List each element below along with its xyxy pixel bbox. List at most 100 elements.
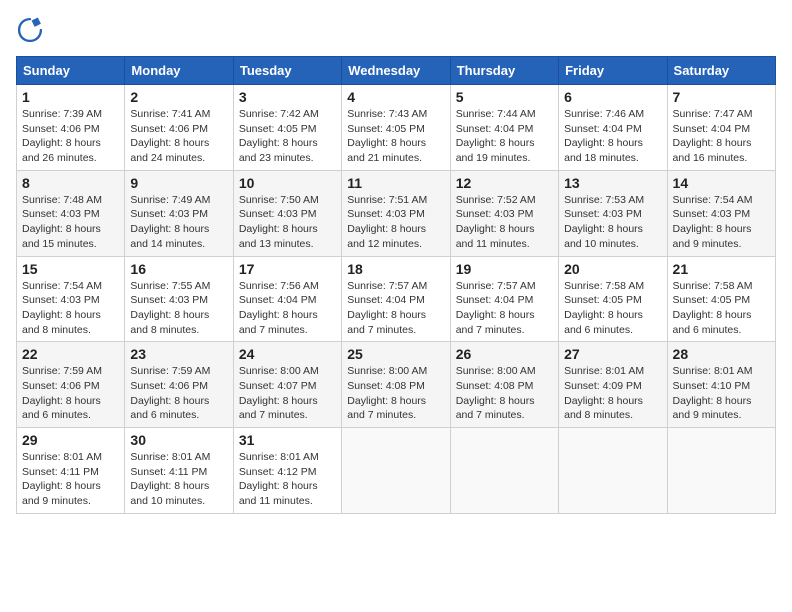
calendar-day-cell: 12 Sunrise: 7:52 AM Sunset: 4:03 PM Dayli… bbox=[450, 170, 558, 256]
calendar-day-cell: 19 Sunrise: 7:57 AM Sunset: 4:04 PM Dayli… bbox=[450, 256, 558, 342]
logo-icon bbox=[16, 16, 44, 44]
day-info: Sunrise: 7:52 AM Sunset: 4:03 PM Dayligh… bbox=[456, 193, 553, 252]
calendar-day-cell: 23Sunrise: 7:59 AM Sunset: 4:06 PM Dayli… bbox=[125, 342, 233, 428]
day-number: 12 bbox=[456, 175, 553, 191]
day-info: Sunrise: 7:59 AM Sunset: 4:06 PM Dayligh… bbox=[22, 364, 119, 423]
day-number: 17 bbox=[239, 261, 336, 277]
header-tuesday: Tuesday bbox=[233, 57, 341, 85]
calendar-day-cell: 3 Sunrise: 7:42 AM Sunset: 4:05 PM Daylig… bbox=[233, 85, 341, 171]
day-info: Sunrise: 7:46 AM Sunset: 4:04 PM Dayligh… bbox=[564, 107, 661, 166]
calendar-day-cell: 8 Sunrise: 7:48 AM Sunset: 4:03 PM Daylig… bbox=[17, 170, 125, 256]
day-number: 28 bbox=[673, 346, 770, 362]
day-info: Sunrise: 7:48 AM Sunset: 4:03 PM Dayligh… bbox=[22, 193, 119, 252]
calendar-day-cell: 1 Sunrise: 7:39 AM Sunset: 4:06 PM Daylig… bbox=[17, 85, 125, 171]
day-number: 11 bbox=[347, 175, 444, 191]
calendar-day-cell: 5 Sunrise: 7:44 AM Sunset: 4:04 PM Daylig… bbox=[450, 85, 558, 171]
calendar-day-cell: 15 Sunrise: 7:54 AM Sunset: 4:03 PM Dayli… bbox=[17, 256, 125, 342]
calendar-week-row: 15 Sunrise: 7:54 AM Sunset: 4:03 PM Dayli… bbox=[17, 256, 776, 342]
calendar-day-cell: 2 Sunrise: 7:41 AM Sunset: 4:06 PM Daylig… bbox=[125, 85, 233, 171]
calendar-day-cell: 7 Sunrise: 7:47 AM Sunset: 4:04 PM Daylig… bbox=[667, 85, 775, 171]
day-info: Sunrise: 7:57 AM Sunset: 4:04 PM Dayligh… bbox=[347, 279, 444, 338]
day-number: 13 bbox=[564, 175, 661, 191]
day-number: 7 bbox=[673, 89, 770, 105]
calendar-header-row: SundayMondayTuesdayWednesdayThursdayFrid… bbox=[17, 57, 776, 85]
calendar-day-cell: 25 Sunrise: 8:00 AM Sunset: 4:08 PM Dayli… bbox=[342, 342, 450, 428]
day-info: Sunrise: 7:59 AM Sunset: 4:06 PM Dayligh… bbox=[130, 364, 227, 423]
day-number: 10 bbox=[239, 175, 336, 191]
calendar-day-cell: 30 Sunrise: 8:01 AM Sunset: 4:11 PM Dayli… bbox=[125, 428, 233, 514]
day-number: 19 bbox=[456, 261, 553, 277]
day-info: Sunrise: 7:39 AM Sunset: 4:06 PM Dayligh… bbox=[22, 107, 119, 166]
calendar-day-cell: 22 Sunrise: 7:59 AM Sunset: 4:06 PM Dayli… bbox=[17, 342, 125, 428]
header-monday: Monday bbox=[125, 57, 233, 85]
day-number: 2 bbox=[130, 89, 227, 105]
day-info: Sunrise: 7:55 AM Sunset: 4:03 PM Dayligh… bbox=[130, 279, 227, 338]
day-number: 22 bbox=[22, 346, 119, 362]
day-number: 8 bbox=[22, 175, 119, 191]
day-info: Sunrise: 7:44 AM Sunset: 4:04 PM Dayligh… bbox=[456, 107, 553, 166]
calendar-day-cell: 17 Sunrise: 7:56 AM Sunset: 4:04 PM Dayli… bbox=[233, 256, 341, 342]
calendar-day-cell: 14 Sunrise: 7:54 AM Sunset: 4:03 PM Dayli… bbox=[667, 170, 775, 256]
day-info: Sunrise: 7:47 AM Sunset: 4:04 PM Dayligh… bbox=[673, 107, 770, 166]
calendar-day-cell: 18Sunrise: 7:57 AM Sunset: 4:04 PM Dayli… bbox=[342, 256, 450, 342]
calendar-week-row: 29 Sunrise: 8:01 AM Sunset: 4:11 PM Dayli… bbox=[17, 428, 776, 514]
day-number: 24 bbox=[239, 346, 336, 362]
day-info: Sunrise: 7:51 AM Sunset: 4:03 PM Dayligh… bbox=[347, 193, 444, 252]
day-info: Sunrise: 7:43 AM Sunset: 4:05 PM Dayligh… bbox=[347, 107, 444, 166]
day-number: 20 bbox=[564, 261, 661, 277]
calendar-day-cell: 16Sunrise: 7:55 AM Sunset: 4:03 PM Dayli… bbox=[125, 256, 233, 342]
logo bbox=[16, 16, 48, 44]
day-number: 3 bbox=[239, 89, 336, 105]
header-friday: Friday bbox=[559, 57, 667, 85]
header-thursday: Thursday bbox=[450, 57, 558, 85]
header-wednesday: Wednesday bbox=[342, 57, 450, 85]
day-info: Sunrise: 7:41 AM Sunset: 4:06 PM Dayligh… bbox=[130, 107, 227, 166]
day-info: Sunrise: 7:57 AM Sunset: 4:04 PM Dayligh… bbox=[456, 279, 553, 338]
day-info: Sunrise: 7:42 AM Sunset: 4:05 PM Dayligh… bbox=[239, 107, 336, 166]
calendar-day-cell: 6Sunrise: 7:46 AM Sunset: 4:04 PM Daylig… bbox=[559, 85, 667, 171]
day-number: 29 bbox=[22, 432, 119, 448]
day-info: Sunrise: 8:01 AM Sunset: 4:12 PM Dayligh… bbox=[239, 450, 336, 509]
day-info: Sunrise: 8:00 AM Sunset: 4:07 PM Dayligh… bbox=[239, 364, 336, 423]
day-info: Sunrise: 8:01 AM Sunset: 4:11 PM Dayligh… bbox=[130, 450, 227, 509]
calendar-week-row: 22 Sunrise: 7:59 AM Sunset: 4:06 PM Dayli… bbox=[17, 342, 776, 428]
calendar-day-cell: 28Sunrise: 8:01 AM Sunset: 4:10 PM Dayli… bbox=[667, 342, 775, 428]
calendar-day-cell: 27Sunrise: 8:01 AM Sunset: 4:09 PM Dayli… bbox=[559, 342, 667, 428]
calendar-day-cell: 29 Sunrise: 8:01 AM Sunset: 4:11 PM Dayli… bbox=[17, 428, 125, 514]
day-info: Sunrise: 8:00 AM Sunset: 4:08 PM Dayligh… bbox=[456, 364, 553, 423]
day-info: Sunrise: 7:54 AM Sunset: 4:03 PM Dayligh… bbox=[22, 279, 119, 338]
calendar-day-cell: 21 Sunrise: 7:58 AM Sunset: 4:05 PM Dayli… bbox=[667, 256, 775, 342]
header-sunday: Sunday bbox=[17, 57, 125, 85]
day-number: 4 bbox=[347, 89, 444, 105]
calendar-day-cell bbox=[342, 428, 450, 514]
calendar-day-cell: 4 Sunrise: 7:43 AM Sunset: 4:05 PM Daylig… bbox=[342, 85, 450, 171]
calendar-day-cell: 9Sunrise: 7:49 AM Sunset: 4:03 PM Daylig… bbox=[125, 170, 233, 256]
calendar-week-row: 8 Sunrise: 7:48 AM Sunset: 4:03 PM Daylig… bbox=[17, 170, 776, 256]
day-info: Sunrise: 7:56 AM Sunset: 4:04 PM Dayligh… bbox=[239, 279, 336, 338]
calendar-table: SundayMondayTuesdayWednesdayThursdayFrid… bbox=[16, 56, 776, 514]
day-number: 5 bbox=[456, 89, 553, 105]
day-info: Sunrise: 7:58 AM Sunset: 4:05 PM Dayligh… bbox=[673, 279, 770, 338]
calendar-day-cell: 11 Sunrise: 7:51 AM Sunset: 4:03 PM Dayli… bbox=[342, 170, 450, 256]
calendar-day-cell: 31 Sunrise: 8:01 AM Sunset: 4:12 PM Dayli… bbox=[233, 428, 341, 514]
day-info: Sunrise: 7:53 AM Sunset: 4:03 PM Dayligh… bbox=[564, 193, 661, 252]
calendar-day-cell bbox=[667, 428, 775, 514]
day-number: 21 bbox=[673, 261, 770, 277]
calendar-day-cell: 24 Sunrise: 8:00 AM Sunset: 4:07 PM Dayli… bbox=[233, 342, 341, 428]
day-number: 25 bbox=[347, 346, 444, 362]
calendar-day-cell bbox=[559, 428, 667, 514]
calendar-day-cell: 20Sunrise: 7:58 AM Sunset: 4:05 PM Dayli… bbox=[559, 256, 667, 342]
day-info: Sunrise: 7:49 AM Sunset: 4:03 PM Dayligh… bbox=[130, 193, 227, 252]
day-number: 31 bbox=[239, 432, 336, 448]
header-saturday: Saturday bbox=[667, 57, 775, 85]
day-number: 14 bbox=[673, 175, 770, 191]
calendar-day-cell: 13 Sunrise: 7:53 AM Sunset: 4:03 PM Dayli… bbox=[559, 170, 667, 256]
calendar-week-row: 1 Sunrise: 7:39 AM Sunset: 4:06 PM Daylig… bbox=[17, 85, 776, 171]
day-number: 1 bbox=[22, 89, 119, 105]
day-number: 15 bbox=[22, 261, 119, 277]
day-info: Sunrise: 8:00 AM Sunset: 4:08 PM Dayligh… bbox=[347, 364, 444, 423]
day-info: Sunrise: 8:01 AM Sunset: 4:11 PM Dayligh… bbox=[22, 450, 119, 509]
day-info: Sunrise: 7:54 AM Sunset: 4:03 PM Dayligh… bbox=[673, 193, 770, 252]
calendar-day-cell bbox=[450, 428, 558, 514]
day-number: 30 bbox=[130, 432, 227, 448]
